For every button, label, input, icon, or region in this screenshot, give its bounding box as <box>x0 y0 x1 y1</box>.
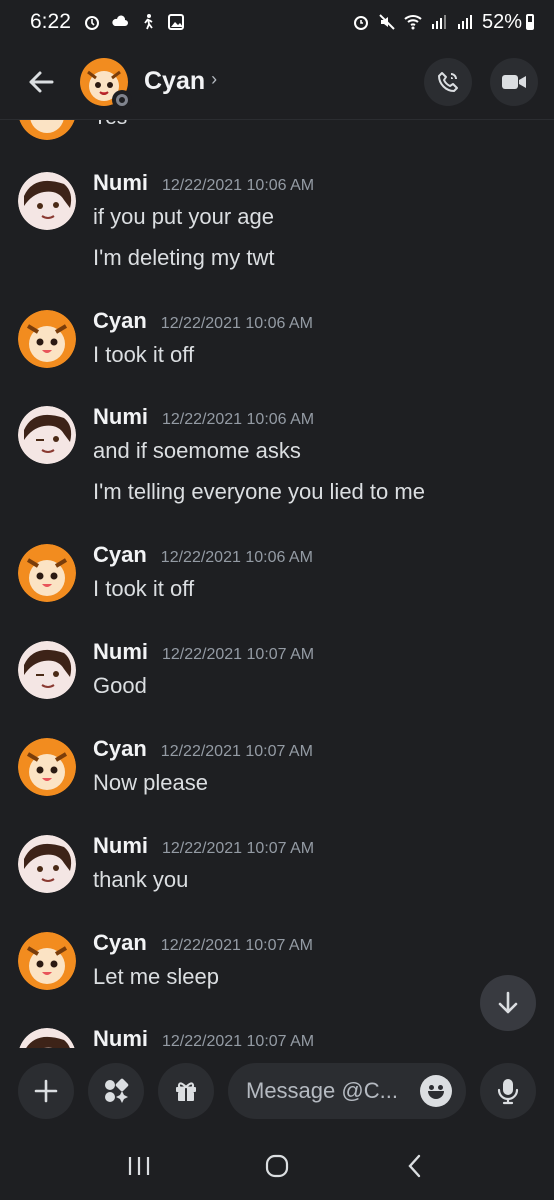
signal-icon <box>457 15 472 29</box>
message-meta: Numi 12/22/2021 10:07 AM <box>93 833 314 859</box>
status-bar: 6:22 52% <box>0 0 554 44</box>
gift-button[interactable] <box>158 1062 214 1119</box>
message-text[interactable]: Now please <box>93 770 208 796</box>
apps-button[interactable] <box>88 1062 144 1119</box>
gallery-icon <box>167 14 184 30</box>
author-name[interactable]: Cyan <box>93 930 147 956</box>
message-text[interactable]: thank you <box>93 867 188 893</box>
recent-apps-button[interactable] <box>109 1141 169 1191</box>
message-list[interactable]: Yes Numi 12/22/2021 10:06 AM if you put … <box>0 120 554 1048</box>
mute-icon <box>379 14 395 30</box>
message-text[interactable]: Let me sleep <box>93 964 219 990</box>
message-text[interactable]: I took it off <box>93 342 194 368</box>
battery-indicator: 52% <box>482 11 534 34</box>
video-camera-icon <box>502 74 526 89</box>
emoji-icon[interactable] <box>420 1074 452 1107</box>
chevron-left-icon <box>408 1154 421 1178</box>
status-right-icons: 52% <box>352 11 534 34</box>
author-name[interactable]: Numi <box>93 833 148 859</box>
message-input-field[interactable] <box>228 1062 466 1119</box>
signal-icon <box>431 15 446 29</box>
message-meta: Numi 12/22/2021 10:06 AM <box>93 170 314 196</box>
message-text[interactable]: I'm deleting my twt <box>93 245 274 271</box>
system-back-button[interactable] <box>385 1141 445 1191</box>
author-name[interactable]: Cyan <box>93 542 147 568</box>
timestamp: 12/22/2021 10:07 AM <box>160 937 313 954</box>
wifi-icon <box>404 15 422 30</box>
avatar[interactable] <box>18 932 76 990</box>
timestamp: 12/22/2021 10:06 AM <box>162 177 315 194</box>
video-call-button[interactable] <box>490 57 538 106</box>
author-name[interactable]: Numi <box>93 639 148 665</box>
home-icon <box>265 1154 289 1178</box>
author-name[interactable]: Cyan <box>93 308 147 334</box>
system-navigation-bar <box>0 1132 554 1200</box>
battery-percent: 52% <box>481 10 522 33</box>
message-meta: Numi 12/22/2021 10:07 AM <box>93 639 314 665</box>
add-attachment-button[interactable] <box>18 1062 74 1119</box>
message-text[interactable]: I took it off <box>93 576 194 602</box>
alarm-icon <box>84 16 99 30</box>
cloud-sync-icon <box>112 15 128 26</box>
message-text[interactable]: and if soemome asks <box>93 438 301 464</box>
contact-avatar[interactable] <box>80 57 132 110</box>
offline-status-icon <box>112 89 132 110</box>
timestamp: 12/22/2021 10:07 AM <box>162 840 315 857</box>
avatar[interactable] <box>18 738 76 796</box>
microphone-icon <box>497 1078 519 1104</box>
author-name[interactable]: Cyan <box>93 736 147 762</box>
timestamp: 12/22/2021 10:06 AM <box>162 411 315 428</box>
phone-icon <box>438 71 458 92</box>
arrow-down-icon <box>498 991 518 1014</box>
contact-name[interactable]: Cyan <box>144 67 205 96</box>
avatar[interactable] <box>18 310 76 368</box>
timestamp: 12/22/2021 10:06 AM <box>160 315 313 332</box>
message-meta: Cyan 12/22/2021 10:07 AM <box>93 736 313 762</box>
timestamp: 12/22/2021 10:06 AM <box>160 549 313 566</box>
home-button[interactable] <box>247 1141 307 1191</box>
timestamp: 12/22/2021 10:07 AM <box>162 1033 315 1048</box>
apps-sparkle-icon <box>105 1078 129 1103</box>
author-name[interactable]: Numi <box>93 1026 148 1048</box>
author-name[interactable]: Numi <box>93 404 148 430</box>
message-input[interactable] <box>246 1077 416 1104</box>
status-time: 6:22 <box>30 10 71 33</box>
message-text[interactable]: Good <box>93 673 147 699</box>
message-text[interactable]: I'm telling everyone you lied to me <box>93 479 425 505</box>
recent-apps-icon <box>128 1157 150 1175</box>
timestamp: 12/22/2021 10:07 AM <box>160 743 313 760</box>
message-meta: Cyan 12/22/2021 10:07 AM <box>93 930 313 956</box>
voice-call-button[interactable] <box>424 57 472 106</box>
plus-icon <box>34 1079 58 1102</box>
conversation-header: Cyan › <box>0 44 554 120</box>
alarm-icon <box>353 16 368 30</box>
avatar[interactable] <box>18 641 76 699</box>
message-meta: Numi 12/22/2021 10:06 AM <box>93 404 314 430</box>
avatar[interactable] <box>18 544 76 602</box>
timestamp: 12/22/2021 10:07 AM <box>162 646 315 663</box>
voice-message-button[interactable] <box>480 1062 536 1119</box>
avatar[interactable] <box>18 835 76 893</box>
avatar <box>18 120 76 140</box>
message-meta: Cyan 12/22/2021 10:06 AM <box>93 542 313 568</box>
author-name[interactable]: Numi <box>93 170 148 196</box>
battery-icon <box>526 14 534 30</box>
arrow-left-icon <box>29 71 54 92</box>
message-text[interactable]: if you put your age <box>93 204 274 230</box>
message-meta: Cyan 12/22/2021 10:06 AM <box>93 308 313 334</box>
gift-icon <box>176 1081 196 1101</box>
message-composer <box>0 1048 554 1132</box>
jump-to-bottom-button[interactable] <box>480 975 536 1031</box>
walking-icon <box>144 14 153 30</box>
avatar[interactable] <box>18 406 76 464</box>
back-button[interactable] <box>16 57 66 107</box>
header-actions <box>424 57 538 106</box>
avatar[interactable] <box>18 172 76 230</box>
chevron-right-icon[interactable]: › <box>211 69 217 90</box>
status-left-icons <box>83 13 185 31</box>
avatar[interactable] <box>18 1028 76 1048</box>
message-meta: Numi 12/22/2021 10:07 AM <box>93 1026 314 1048</box>
message-text: Yes <box>93 120 127 130</box>
